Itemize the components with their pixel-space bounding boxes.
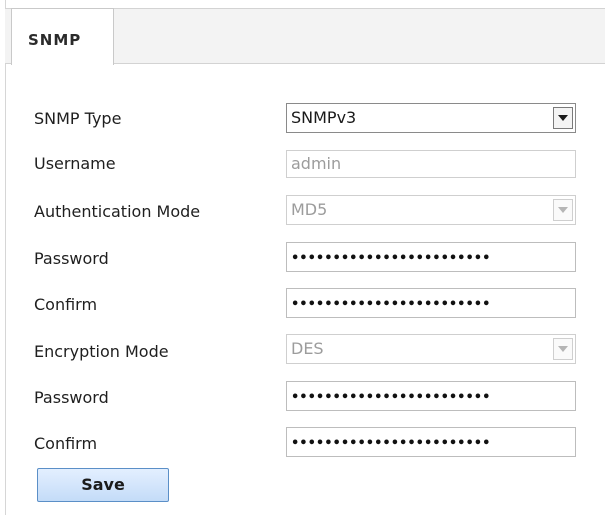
- chevron-down-icon: [558, 346, 568, 352]
- auth-confirm-field[interactable]: ••••••••••••••••••••••••: [286, 288, 576, 318]
- tab-snmp[interactable]: SNMP: [11, 8, 114, 66]
- encryption-mode-dropdown-button[interactable]: [553, 338, 573, 360]
- chevron-down-icon: [558, 207, 568, 213]
- username-label: Username: [34, 154, 116, 173]
- auth-confirm-value: ••••••••••••••••••••••••: [291, 297, 491, 312]
- panel-border: [5, 0, 6, 515]
- username-field[interactable]: admin: [286, 150, 576, 178]
- snmp-type-dropdown-button[interactable]: [553, 107, 573, 129]
- auth-mode-label: Authentication Mode: [34, 202, 201, 221]
- auth-password-label: Password: [34, 249, 109, 268]
- tab-active-indicator: [12, 64, 113, 66]
- chevron-down-icon: [558, 115, 568, 121]
- save-button[interactable]: Save: [37, 468, 169, 502]
- tab-label: SNMP: [28, 31, 82, 49]
- enc-password-value: ••••••••••••••••••••••••: [291, 390, 491, 405]
- snmp-type-select[interactable]: SNMPv3: [286, 103, 576, 133]
- auth-mode-dropdown-button[interactable]: [553, 199, 573, 221]
- snmp-type-value: SNMPv3: [291, 108, 357, 127]
- auth-password-field[interactable]: ••••••••••••••••••••••••: [286, 242, 576, 272]
- enc-confirm-value: ••••••••••••••••••••••••: [291, 436, 491, 451]
- enc-password-label: Password: [34, 388, 109, 407]
- auth-mode-value: MD5: [291, 200, 328, 219]
- username-value: admin: [291, 154, 342, 173]
- encryption-mode-label: Encryption Mode: [34, 342, 169, 361]
- auth-mode-select[interactable]: MD5: [286, 195, 576, 225]
- encryption-mode-value: DES: [291, 339, 324, 358]
- enc-confirm-label: Confirm: [34, 434, 98, 453]
- enc-confirm-field[interactable]: ••••••••••••••••••••••••: [286, 427, 576, 457]
- auth-password-value: ••••••••••••••••••••••••: [291, 251, 491, 266]
- snmp-type-label: SNMP Type: [34, 109, 122, 128]
- auth-confirm-label: Confirm: [34, 295, 98, 314]
- encryption-mode-select[interactable]: DES: [286, 334, 576, 364]
- enc-password-field[interactable]: ••••••••••••••••••••••••: [286, 381, 576, 411]
